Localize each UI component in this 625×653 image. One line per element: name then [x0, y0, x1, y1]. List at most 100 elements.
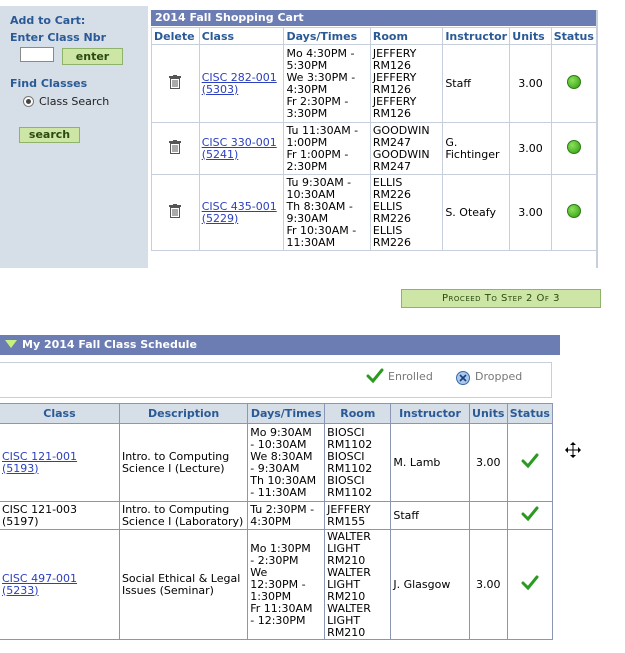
cart-room-cell: JEFFERY RM126 JEFFERY RM126 JEFFERY RM126: [369, 44, 444, 123]
search-button[interactable]: search: [19, 127, 80, 143]
cart-delete-cell: [151, 174, 200, 251]
sched-header-units: Units: [468, 403, 508, 424]
days-times-line: 9:30AM: [286, 211, 329, 225]
schedule-class-link[interactable]: CISC 497-001 (5233): [2, 571, 117, 597]
trash-icon[interactable]: [169, 204, 182, 218]
class-nbr-input[interactable]: [20, 47, 54, 62]
trash-icon[interactable]: [169, 75, 182, 89]
days-times-line: 1:00PM: [286, 135, 328, 149]
class-search-label: Class Search: [39, 95, 110, 108]
cart-instructor-cell: G. Fichtinger: [442, 122, 511, 175]
class-number: (5303): [201, 82, 239, 96]
room-line: RM226: [372, 235, 412, 249]
days-times-line: Tu 11:30AM -: [286, 123, 359, 137]
room-line: JEFFERY: [327, 502, 371, 516]
schedule-instructor-cell: M. Lamb: [390, 423, 470, 502]
room-line: ELLIS: [372, 223, 403, 237]
days-times-line: We: [250, 565, 268, 579]
days-times-line: 11:30AM: [286, 235, 336, 249]
cart-units-cell: 3.00: [509, 122, 552, 175]
status-green-icon: [566, 140, 581, 154]
schedule-table: Class Description Days/Times Room Instru…: [0, 403, 554, 640]
schedule-days-times-cell: Tu 2:30PM -4:30PM: [247, 501, 326, 530]
schedule-description-cell: Social Ethical & Legal Issues (Seminar): [118, 529, 249, 640]
instructor-line: S. Oteafy: [445, 205, 496, 219]
room-line: BIOSCI: [327, 449, 365, 463]
schedule-title-bar[interactable]: My 2014 Fall Class Schedule: [0, 335, 560, 355]
class-search-radio[interactable]: [23, 96, 34, 107]
instructor-line: Staff: [445, 76, 471, 90]
days-times-line: 3:30PM: [286, 106, 328, 120]
instructor-line: Fichtinger: [445, 147, 500, 161]
sched-header-days-times: Days/Times: [247, 403, 326, 424]
days-times-line: Fr 1:00PM -: [286, 147, 349, 161]
chevron-down-icon[interactable]: [5, 340, 17, 349]
days-times-line: 1:30PM: [250, 589, 292, 603]
schedule-units-cell: 3.00: [468, 423, 508, 502]
room-line: GOODWIN: [372, 123, 430, 137]
cart-header-row: Delete Class Days/Times Room Instructor …: [151, 27, 598, 45]
cart-row: CISC 330-001 (5241) Tu 11:30AM -1:00PM Fr 1…: [151, 122, 598, 175]
schedule-body: CISC 121-001 (5193) Intro. to Computing Sci…: [0, 423, 554, 640]
days-times-line: 12:30PM -: [250, 577, 306, 591]
trash-icon[interactable]: [169, 140, 182, 154]
class-number: (5197): [2, 514, 39, 528]
class-code: CISC 121-001: [2, 449, 78, 463]
class-number: (5233): [2, 583, 39, 597]
cart-days-times-cell: Mo 4:30PM -5:30PM We 3:30PM -4:30PM Fr 2:3…: [283, 44, 371, 123]
sched-header-class: Class: [0, 403, 120, 424]
schedule-days-times-cell: Mo 1:30PM - 2:30PM We 12:30PM -1:30PM Fr 11:…: [247, 529, 326, 640]
cart-instructor-cell: S. Oteafy: [442, 174, 511, 251]
instructor-line: G.: [445, 135, 458, 149]
status-green-icon: [566, 75, 581, 89]
room-line: ELLIS: [372, 199, 403, 213]
cart-class-link[interactable]: CISC 282-001 (5303): [201, 70, 282, 96]
cart-status-cell: [550, 44, 598, 123]
room-line: JEFFERY: [372, 70, 417, 84]
schedule-description-cell: Intro. to Computing Science I (Lecture): [118, 423, 249, 502]
room-line: RM1102: [327, 437, 373, 451]
room-line: RM126: [372, 82, 412, 96]
room-line: BIOSCI: [327, 425, 365, 439]
room-line: LIGHT: [327, 613, 361, 627]
class-number: (5241): [201, 147, 239, 161]
days-times-line: 2:30PM: [286, 159, 328, 173]
room-line: RM247: [372, 135, 412, 149]
enter-button[interactable]: enter: [62, 48, 123, 65]
cart-header-units: Units: [509, 27, 552, 45]
room-line: RM210: [327, 553, 366, 567]
cart-class-cell: CISC 330-001 (5241): [198, 122, 285, 175]
cart-room-cell: GOODWIN RM247 GOODWIN RM247: [369, 122, 444, 175]
room-line: RM155: [327, 514, 366, 528]
cart-class-link[interactable]: CISC 435-001 (5229): [202, 200, 282, 225]
cart-row: CISC 435-001 (5229) Tu 9:30AM -10:30AM Th 8…: [151, 174, 598, 251]
class-code: CISC 497-001: [2, 571, 78, 585]
schedule-class-cell: CISC 121-001 (5193): [0, 423, 120, 502]
days-times-line: We 8:30AM: [250, 449, 313, 463]
room-line: LIGHT: [327, 577, 361, 591]
days-times-line: Mo 9:30AM: [250, 425, 312, 439]
class-code: CISC 330-001: [201, 135, 277, 149]
enrolled-check-icon: [521, 575, 539, 591]
room-line: WALTER: [327, 601, 371, 615]
cart-instructor-cell: Staff: [442, 44, 511, 123]
schedule-units-cell: 3.00: [468, 529, 508, 640]
room-line: ELLIS: [372, 175, 403, 189]
proceed-button[interactable]: Proceed To Step 2 Of 3: [401, 289, 601, 308]
cart-class-link[interactable]: CISC 330-001 (5241): [201, 135, 282, 161]
cart-row: CISC 282-001 (5303) Mo 4:30PM -5:30PM We 3:…: [151, 44, 598, 123]
room-line: BIOSCI: [327, 473, 365, 487]
schedule-class-link[interactable]: CISC 121-001 (5193): [2, 449, 117, 475]
enrolled-check-icon: [521, 506, 539, 522]
cart-header-instructor: Instructor: [442, 27, 511, 45]
cart-table: Delete Class Days/Times Room Instructor …: [151, 27, 598, 251]
room-line: RM247: [372, 159, 412, 173]
cart-class-cell: CISC 282-001 (5303): [198, 44, 285, 123]
class-code: CISC 282-001: [201, 70, 277, 84]
schedule-row: CISC 121-001 (5193) Intro. to Computing Sci…: [0, 423, 554, 502]
schedule-title: My 2014 Fall Class Schedule: [22, 338, 197, 351]
schedule-description-cell: Intro. to Computing Science I (Laboratory…: [118, 501, 249, 530]
sched-header-instructor: Instructor: [390, 403, 470, 424]
description-line: Science I (Lecture): [121, 461, 225, 475]
enter-class-nbr-label: Enter Class Nbr: [10, 31, 107, 44]
